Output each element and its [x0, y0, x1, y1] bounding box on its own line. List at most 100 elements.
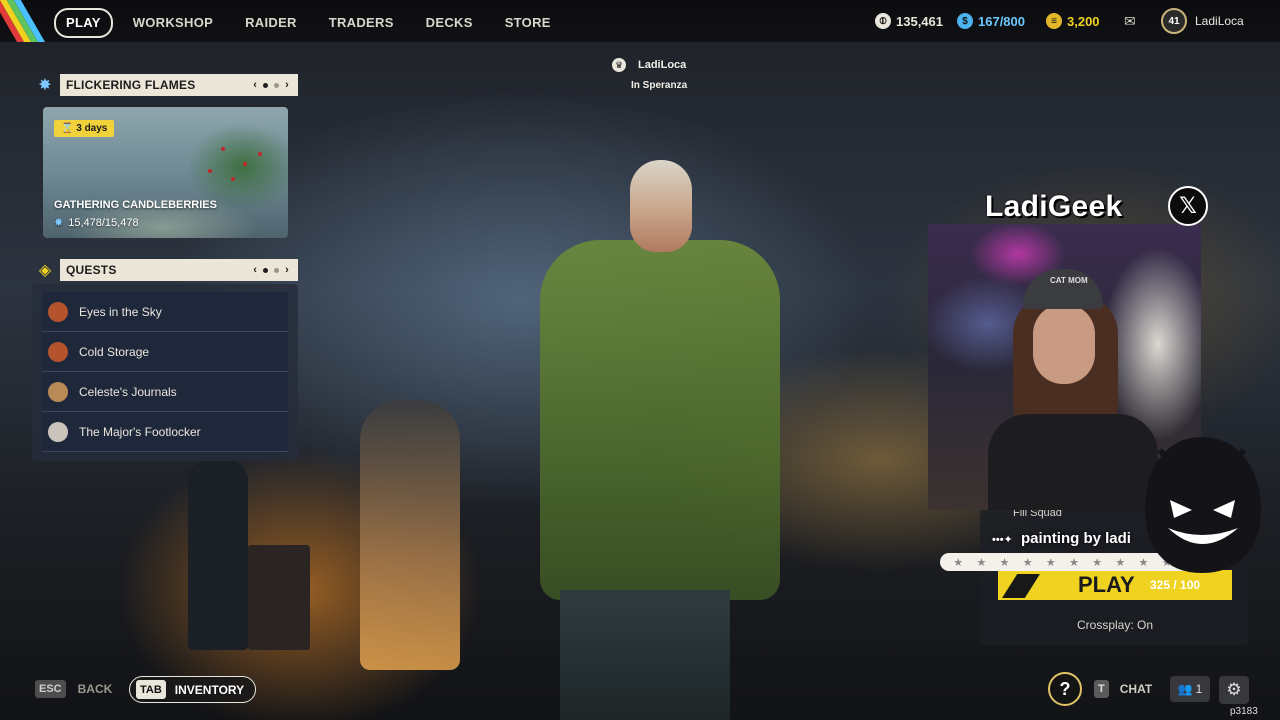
quest-item[interactable]: Celeste's Journals — [42, 372, 288, 412]
player-character-head — [630, 160, 692, 252]
help-button[interactable]: ? — [1048, 672, 1082, 706]
next-arrow-icon[interactable]: › — [285, 79, 289, 91]
coins-value: 135,461 — [896, 13, 943, 29]
star-icon: ★ — [1045, 556, 1056, 569]
fire-barrel — [248, 545, 310, 650]
esc-key: ESC — [35, 680, 66, 698]
gear-icon: ⚙ — [1226, 680, 1242, 699]
token-icon: ≡ — [1046, 13, 1062, 29]
star-icon: ★ — [1022, 556, 1033, 569]
player-character-legs — [560, 590, 730, 720]
quest-item[interactable]: The Major's Footlocker — [42, 412, 288, 452]
ghost-mascot-icon — [1144, 436, 1262, 574]
pager-dot — [274, 267, 280, 273]
star-icon: ★ — [999, 556, 1010, 569]
quests-list: Eyes in the Sky Cold Storage Celeste's J… — [32, 284, 298, 461]
center-player-tag: ♛ LadiLoca In Speranza — [612, 58, 687, 91]
nav-decks[interactable]: DECKS — [426, 10, 473, 36]
berry-decoration — [208, 169, 212, 173]
quest-item[interactable]: Cold Storage — [42, 332, 288, 372]
progress-gear-icon: ✸ — [54, 217, 64, 229]
quest-item[interactable]: Eyes in the Sky — [42, 292, 288, 332]
crossplay-status[interactable]: Crossplay: On — [1077, 618, 1153, 632]
prev-arrow-icon[interactable]: ‹ — [253, 264, 257, 276]
event-header: ✸ FLICKERING FLAMES ‹ › — [34, 74, 298, 96]
hat-text: CAT MOM — [1050, 276, 1088, 285]
prev-arrow-icon[interactable]: ‹ — [253, 79, 257, 91]
background-figure — [188, 460, 248, 650]
mail-button[interactable]: ✉ — [1124, 0, 1136, 42]
back-button[interactable]: ESC BACK — [35, 680, 112, 698]
level-badge: 41 — [1161, 8, 1187, 34]
nav-raider[interactable]: RAIDER — [245, 10, 297, 36]
star-icon: ★ — [976, 556, 987, 569]
coin-icon: ⦶ — [875, 13, 891, 29]
tokens-currency: ≡ 3,200 — [1046, 0, 1100, 42]
star-icon: ★ — [1069, 556, 1079, 569]
center-player-location: In Speranza — [631, 80, 688, 91]
pager-dot — [263, 82, 269, 88]
next-arrow-icon[interactable]: › — [285, 264, 289, 276]
party-button[interactable]: 👥 1 — [1170, 676, 1210, 702]
people-icon: 👥 — [1177, 682, 1193, 696]
quest-diamond-icon: ◈ — [38, 262, 52, 279]
center-player-name: LadiLoca — [638, 59, 687, 71]
pager-dot — [274, 82, 280, 88]
credits-icon: $ — [957, 13, 973, 29]
event-title: GATHERING CANDLEBERRIES — [54, 199, 217, 211]
help-icon: ? — [1059, 678, 1071, 699]
event-timer-text: 3 days — [76, 123, 108, 134]
brand-stripes — [0, 0, 48, 42]
profile-button[interactable]: 41 LadiLoca — [1161, 0, 1244, 42]
pager-dot — [263, 267, 269, 273]
berry-decoration — [243, 162, 247, 166]
nav-store[interactable]: STORE — [505, 10, 551, 36]
quest-giver-avatar — [48, 301, 68, 322]
tokens-value: 3,200 — [1067, 13, 1100, 29]
event-timer: ⌛ 3 days — [54, 120, 115, 137]
quest-label: Eyes in the Sky — [79, 304, 162, 319]
streamer-face — [1033, 304, 1095, 384]
chat-button[interactable]: T CHAT — [1094, 680, 1152, 698]
inventory-button[interactable]: TAB INVENTORY — [129, 676, 256, 703]
berry-decoration — [221, 147, 225, 151]
chat-label: CHAT — [1119, 682, 1153, 696]
quest-giver-avatar — [48, 341, 68, 362]
chat-key: T — [1094, 680, 1109, 698]
mail-icon: ✉ — [1124, 12, 1136, 29]
build-version: p3183 — [1230, 706, 1258, 717]
coins-currency: ⦶ 135,461 — [875, 0, 943, 42]
streamer-body — [988, 414, 1158, 510]
top-bar: PLAY WORKSHOP RAIDER TRADERS DECKS STORE… — [0, 0, 1280, 42]
quests-pager: ‹ › — [250, 264, 292, 276]
inventory-label: INVENTORY — [174, 682, 245, 697]
quest-label: The Major's Footlocker — [79, 424, 201, 439]
tab-key: TAB — [136, 680, 166, 699]
nav-traders[interactable]: TRADERS — [329, 10, 394, 36]
star-icon: ★ — [1092, 556, 1103, 569]
event-progress: ✸ 15,478/15,478 — [54, 216, 139, 230]
party-count: 1 — [1195, 682, 1203, 696]
event-card[interactable]: ⌛ 3 days GATHERING CANDLEBERRIES ✸ 15,47… — [43, 107, 288, 238]
quest-label: Celeste's Journals — [79, 384, 177, 399]
main-nav: PLAY WORKSHOP RAIDER TRADERS DECKS STORE — [54, 8, 583, 38]
quest-label: Cold Storage — [79, 344, 150, 359]
star-icon: ★ — [1115, 556, 1126, 569]
sparkle-icon: •••✦ — [992, 534, 1013, 546]
quest-giver-avatar — [48, 381, 68, 402]
quests-header: ◈ QUESTS ‹ › — [34, 259, 298, 281]
nav-workshop[interactable]: WORKSHOP — [133, 10, 213, 36]
quests-header-title: QUESTS — [66, 263, 117, 277]
shrine-statue — [360, 400, 460, 670]
settings-button[interactable]: ⚙ — [1219, 676, 1249, 704]
profile-name: LadiLoca — [1195, 14, 1244, 28]
nav-play[interactable]: PLAY — [54, 8, 113, 38]
player-character-body — [540, 240, 780, 600]
x-logo-icon: 𝕏 — [1168, 186, 1208, 226]
play-count: 325 / 100 — [1150, 578, 1201, 592]
credits-value: 167/800 — [978, 13, 1025, 29]
stream-alert-text: painting by ladi — [1020, 530, 1131, 547]
credits-currency: $ 167/800 — [957, 0, 1025, 42]
quest-giver-avatar — [48, 421, 68, 442]
streamer-hat — [1023, 269, 1103, 309]
